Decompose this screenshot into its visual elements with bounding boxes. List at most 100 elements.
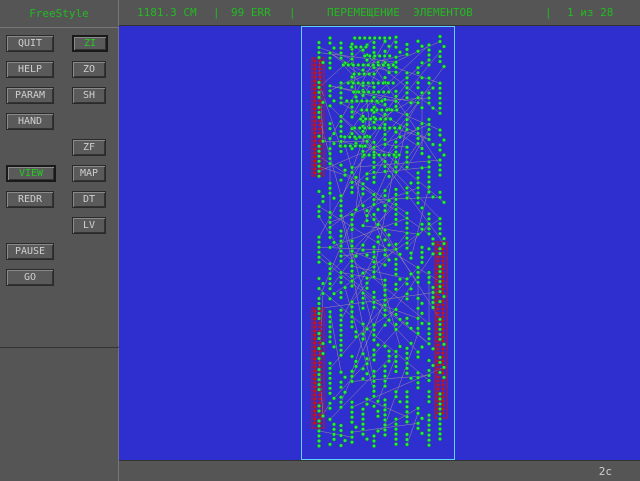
connector-pin <box>318 393 321 396</box>
component-pad <box>317 357 321 361</box>
redraw-button[interactable]: REDR <box>6 191 54 208</box>
component-pad <box>328 127 332 131</box>
component-pad <box>317 302 321 306</box>
component-pad <box>383 165 387 169</box>
component-pad <box>376 343 380 347</box>
hand-button[interactable]: HAND <box>6 113 54 130</box>
component-pad <box>328 104 332 108</box>
component-pad <box>409 256 413 260</box>
component-pad <box>393 126 397 130</box>
help-button[interactable]: HELP <box>6 61 54 78</box>
component-pad <box>431 301 435 305</box>
component-pad <box>372 72 376 76</box>
dt-button[interactable]: DT <box>72 191 106 208</box>
connector-pin <box>313 353 316 356</box>
component-pad <box>375 99 379 103</box>
component-pad <box>339 56 343 60</box>
component-pad <box>317 96 321 100</box>
component-pad <box>368 126 372 130</box>
component-pad <box>339 130 343 134</box>
connector-pin <box>313 381 316 384</box>
component-pad <box>365 253 369 257</box>
connector-pin <box>436 295 439 298</box>
component-pad <box>405 81 409 85</box>
component-pad <box>317 149 321 153</box>
view-button[interactable]: VIEW <box>6 165 56 182</box>
component-pad <box>350 315 354 319</box>
errors-readout: 99 ERR <box>231 6 271 19</box>
component-pad <box>394 35 398 39</box>
component-pad <box>328 381 332 385</box>
lv-button[interactable]: LV <box>72 217 106 234</box>
connector-pin <box>313 389 316 392</box>
component-pad <box>372 348 376 352</box>
zoom-in-button[interactable]: ZI <box>72 35 108 52</box>
zoom-out-button[interactable]: ZO <box>72 61 106 78</box>
quit-button[interactable]: QUIT <box>6 35 54 52</box>
component-pad <box>317 250 321 254</box>
go-button[interactable]: GO <box>6 269 54 286</box>
pause-button[interactable]: PAUSE <box>6 243 54 260</box>
component-pad <box>372 404 376 408</box>
component-pad <box>358 144 362 148</box>
component-pad <box>427 81 431 85</box>
component-pad <box>438 196 442 200</box>
component-pad <box>368 135 372 139</box>
component-pad <box>365 209 369 213</box>
component-pad <box>405 282 409 286</box>
component-pad <box>394 395 398 399</box>
component-pad <box>328 191 332 195</box>
component-pad <box>405 400 409 404</box>
component-pad <box>328 418 332 422</box>
component-pad <box>405 123 409 127</box>
component-pad <box>438 101 442 105</box>
component-pad <box>438 371 442 375</box>
component-pad <box>378 126 382 130</box>
param-button[interactable]: PARAM <box>6 87 54 104</box>
component-pad <box>339 308 343 312</box>
zoom-fit-button[interactable]: ZF <box>72 139 106 156</box>
component-pad <box>366 81 370 85</box>
component-pad <box>394 243 398 247</box>
component-pad <box>317 297 321 301</box>
component-pad <box>416 186 420 190</box>
component-pad <box>391 63 395 67</box>
component-pad <box>365 177 369 181</box>
component-pad <box>328 391 332 395</box>
component-pad <box>383 433 387 437</box>
component-pad <box>370 99 374 103</box>
time-readout: 2c <box>599 465 612 478</box>
component-pad <box>317 347 321 351</box>
component-pad <box>328 315 332 319</box>
component-pad <box>339 328 343 332</box>
component-pad <box>373 54 377 58</box>
component-pad <box>438 270 442 274</box>
component-pad <box>438 338 442 342</box>
component-pad <box>383 40 387 44</box>
component-pad <box>372 141 376 145</box>
component-pad <box>442 295 446 299</box>
component-pad <box>387 90 391 94</box>
component-pad <box>317 210 321 214</box>
component-pad <box>365 99 369 103</box>
component-pad <box>350 218 354 222</box>
component-pad <box>328 66 332 70</box>
component-pad <box>405 48 409 52</box>
component-pad <box>420 61 424 65</box>
pcb-canvas[interactable] <box>119 26 640 460</box>
component-pad <box>405 317 409 321</box>
component-pad <box>361 432 365 436</box>
component-pad <box>442 153 446 157</box>
connector-pin <box>313 385 316 388</box>
component-pad <box>372 250 376 254</box>
component-pad <box>394 248 398 252</box>
component-pad <box>350 52 354 56</box>
shift-button[interactable]: SH <box>72 87 106 104</box>
component-pad <box>317 144 321 148</box>
component-pad <box>339 318 343 322</box>
connector-pin <box>441 395 444 398</box>
component-pad <box>383 283 387 287</box>
map-button[interactable]: MAP <box>72 165 106 182</box>
component-pad <box>416 276 420 280</box>
component-pad <box>365 362 369 366</box>
